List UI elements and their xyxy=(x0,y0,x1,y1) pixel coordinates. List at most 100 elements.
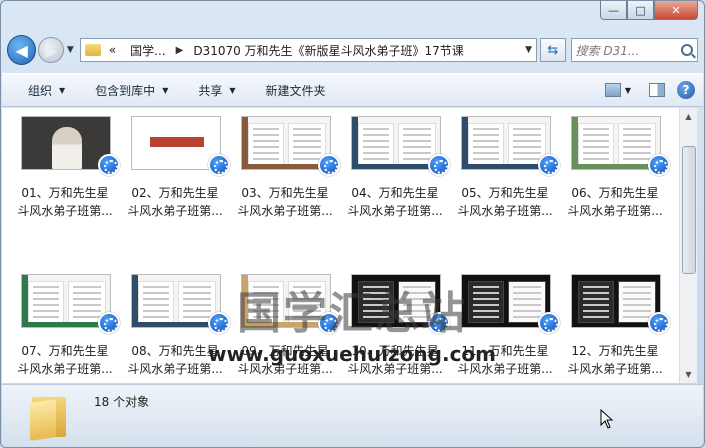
file-name[interactable]: 03、万和先生星 斗风水弟子班第... xyxy=(230,184,340,220)
address-bar[interactable]: « 国学... ▶ D31070 万和先生《新版星斗风水弟子班》17节课 ▼ xyxy=(79,38,538,62)
address-overflow[interactable]: « xyxy=(109,43,116,57)
file-name-line1: 10、万和先生星 xyxy=(351,344,439,358)
file-name-line1: 03、万和先生星 xyxy=(241,186,329,200)
file-name-line2: 斗风水弟子班第... xyxy=(127,204,223,218)
file-name-line2: 斗风水弟子班第... xyxy=(567,362,663,376)
vertical-scrollbar[interactable]: ▲ ▼ xyxy=(679,108,697,383)
file-item[interactable]: 01、万和先生星 斗风水弟子班第... xyxy=(10,114,120,262)
new-folder-button[interactable]: 新建文件夹 xyxy=(266,82,326,99)
video-file-icon xyxy=(538,154,560,176)
explorer-window: — □ ✕ ◀ ▶ ▼ « 国学... ▶ D31070 万和先生《新版星斗风水… xyxy=(0,0,705,448)
share-label: 共享 xyxy=(198,83,223,98)
file-name-line1: 02、万和先生星 xyxy=(131,186,219,200)
breadcrumb-item-guoxue[interactable]: 国学... xyxy=(130,42,165,59)
search-box[interactable]: 搜索 D31... xyxy=(570,38,698,62)
file-name-line1: 04、万和先生星 xyxy=(351,186,439,200)
navigation-bar: ◀ ▶ ▼ « 国学... ▶ D31070 万和先生《新版星斗风水弟子班》17… xyxy=(7,34,698,66)
chevron-down-icon: ▼ xyxy=(59,85,66,95)
chevron-down-icon: ▼ xyxy=(229,85,236,95)
file-name[interactable]: 04、万和先生星 斗风水弟子班第... xyxy=(340,184,450,220)
file-item[interactable]: 08、万和先生星 斗风水弟子班第... xyxy=(120,272,230,383)
include-in-library-menu[interactable]: 包含到库中 ▼ xyxy=(95,82,168,99)
file-item[interactable]: 10、万和先生星 斗风水弟子班第... xyxy=(340,272,450,383)
file-name-line2: 斗风水弟子班第... xyxy=(17,204,113,218)
file-name[interactable]: 06、万和先生星 斗风水弟子班第... xyxy=(560,184,670,220)
file-name-line2: 斗风水弟子班第... xyxy=(127,362,223,376)
view-controls: ▼ ? xyxy=(604,81,695,99)
share-menu[interactable]: 共享 ▼ xyxy=(198,82,235,99)
maximize-button[interactable]: □ xyxy=(627,1,654,20)
caption-buttons: — □ ✕ xyxy=(600,1,698,20)
file-item[interactable]: 12、万和先生星 斗风水弟子班第... xyxy=(560,272,670,383)
file-name-line2: 斗风水弟子班第... xyxy=(237,362,333,376)
file-grid: 01、万和先生星 斗风水弟子班第... 02、万和先生星 斗风水弟子班第... 03、万… xyxy=(10,114,670,383)
file-name-line2: 斗风水弟子班第... xyxy=(457,204,553,218)
organize-label: 组织 xyxy=(28,83,53,98)
search-icon[interactable] xyxy=(680,44,693,56)
file-item[interactable]: 05、万和先生星 斗风水弟子班第... xyxy=(450,114,560,262)
preview-pane-icon[interactable] xyxy=(649,83,665,97)
video-file-icon xyxy=(428,312,450,334)
video-file-icon xyxy=(648,154,670,176)
file-name[interactable]: 05、万和先生星 斗风水弟子班第... xyxy=(450,184,560,220)
file-name[interactable]: 10、万和先生星 斗风水弟子班第... xyxy=(340,342,450,378)
file-name-line1: 06、万和先生星 xyxy=(571,186,659,200)
file-name-line1: 05、万和先生星 xyxy=(461,186,549,200)
file-name[interactable]: 01、万和先生星 斗风水弟子班第... xyxy=(10,184,120,220)
file-name-line1: 07、万和先生星 xyxy=(21,344,109,358)
organize-menu[interactable]: 组织 ▼ xyxy=(28,82,65,99)
file-name[interactable]: 07、万和先生星 斗风水弟子班第... xyxy=(10,342,120,378)
new-folder-label: 新建文件夹 xyxy=(265,83,326,98)
file-item[interactable]: 02、万和先生星 斗风水弟子班第... xyxy=(120,114,230,262)
video-file-icon xyxy=(318,312,340,334)
folder-icon xyxy=(84,44,101,56)
file-name-line1: 01、万和先生星 xyxy=(21,186,109,200)
file-item[interactable]: 06、万和先生星 斗风水弟子班第... xyxy=(560,114,670,262)
command-bar: 组织 ▼ 包含到库中 ▼ 共享 ▼ 新建文件夹 ▼ ? xyxy=(2,73,703,107)
file-name[interactable]: 12、万和先生星 斗风水弟子班第... xyxy=(560,342,670,378)
breadcrumb-separator-icon[interactable]: ▶ xyxy=(176,45,184,56)
file-name-line2: 斗风水弟子班第... xyxy=(17,362,113,376)
file-name-line1: 08、万和先生星 xyxy=(131,344,219,358)
file-item[interactable]: 09、万和先生星 斗风水弟子班第... xyxy=(230,272,340,383)
refresh-button[interactable]: ⇆ xyxy=(540,38,566,62)
file-item[interactable]: 07、万和先生星 斗风水弟子班第... xyxy=(10,272,120,383)
scroll-down-icon[interactable]: ▼ xyxy=(680,366,697,383)
file-name-line1: 11、万和先生星 xyxy=(461,344,549,358)
close-button[interactable]: ✕ xyxy=(654,1,698,20)
file-item[interactable]: 03、万和先生星 斗风水弟子班第... xyxy=(230,114,340,262)
recent-pages-dropdown[interactable]: ▼ xyxy=(67,45,74,55)
view-options-dropdown[interactable]: ▼ xyxy=(625,86,631,95)
details-pane: 18 个对象 xyxy=(2,384,703,447)
file-name-line2: 斗风水弟子班第... xyxy=(347,362,443,376)
file-item[interactable]: 11、万和先生星 斗风水弟子班第... xyxy=(450,272,560,383)
breadcrumb-item-current[interactable]: D31070 万和先生《新版星斗风水弟子班》17节课 xyxy=(193,42,464,59)
back-button[interactable]: ◀ xyxy=(7,35,37,65)
video-file-icon xyxy=(98,154,120,176)
video-file-icon xyxy=(208,312,230,334)
file-name-line2: 斗风水弟子班第... xyxy=(347,204,443,218)
include-in-library-label: 包含到库中 xyxy=(95,83,156,98)
video-file-icon xyxy=(318,154,340,176)
video-file-icon xyxy=(648,312,670,334)
file-name[interactable]: 02、万和先生星 斗风水弟子班第... xyxy=(120,184,230,220)
minimize-button[interactable]: — xyxy=(600,1,627,20)
forward-button[interactable]: ▶ xyxy=(38,37,64,63)
file-item[interactable]: 04、万和先生星 斗风水弟子班第... xyxy=(340,114,450,262)
file-name[interactable]: 08、万和先生星 斗风水弟子班第... xyxy=(120,342,230,378)
video-file-icon xyxy=(428,154,450,176)
address-dropdown-icon[interactable]: ▼ xyxy=(525,45,532,55)
video-file-icon xyxy=(98,312,120,334)
scrollbar-thumb[interactable] xyxy=(682,146,696,274)
scroll-up-icon[interactable]: ▲ xyxy=(680,108,697,125)
help-icon[interactable]: ? xyxy=(677,81,695,99)
file-list-pane[interactable]: 01、万和先生星 斗风水弟子班第... 02、万和先生星 斗风水弟子班第... 03、万… xyxy=(2,108,679,383)
file-name-line2: 斗风水弟子班第... xyxy=(237,204,333,218)
search-input[interactable]: 搜索 D31... xyxy=(576,42,681,59)
file-name-line1: 09、万和先生星 xyxy=(241,344,329,358)
file-name-line1: 12、万和先生星 xyxy=(571,344,659,358)
file-name[interactable]: 11、万和先生星 斗风水弟子班第... xyxy=(450,342,560,378)
file-name[interactable]: 09、万和先生星 斗风水弟子班第... xyxy=(230,342,340,378)
folder-large-icon xyxy=(30,391,66,441)
change-view-icon[interactable] xyxy=(604,83,621,97)
